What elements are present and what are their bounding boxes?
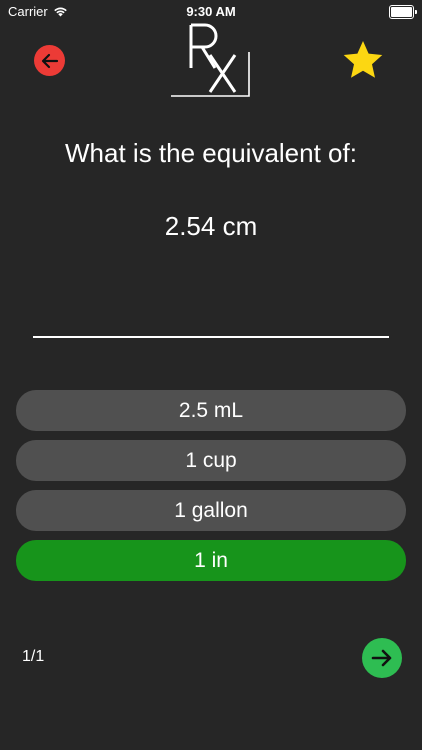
option-button-4[interactable]: 1 in bbox=[16, 540, 406, 581]
battery-icon bbox=[389, 5, 417, 19]
option-button-2[interactable]: 1 cup bbox=[16, 440, 406, 481]
option-label: 1 gallon bbox=[174, 498, 248, 522]
question-prompt: What is the equivalent of: bbox=[65, 138, 357, 168]
option-label: 1 cup bbox=[185, 448, 237, 472]
status-bar: Carrier 9:30 AM bbox=[0, 0, 422, 22]
rx-logo bbox=[171, 23, 250, 97]
arrow-left-icon bbox=[41, 53, 58, 68]
favorite-button[interactable] bbox=[341, 38, 385, 82]
question-counter: 1/1 bbox=[22, 648, 45, 665]
next-button[interactable] bbox=[362, 638, 402, 678]
question-value: 2.54 cm bbox=[164, 211, 258, 241]
option-label: 2.5 mL bbox=[178, 398, 244, 422]
back-button[interactable] bbox=[34, 45, 65, 76]
answer-divider bbox=[33, 336, 389, 338]
star-icon bbox=[343, 41, 383, 78]
arrow-right-icon bbox=[371, 649, 392, 667]
option-button-1[interactable]: 2.5 mL bbox=[16, 390, 406, 431]
option-button-3[interactable]: 1 gallon bbox=[16, 490, 406, 531]
status-time: 9:30 AM bbox=[186, 4, 236, 19]
option-label: 1 in bbox=[194, 548, 228, 572]
